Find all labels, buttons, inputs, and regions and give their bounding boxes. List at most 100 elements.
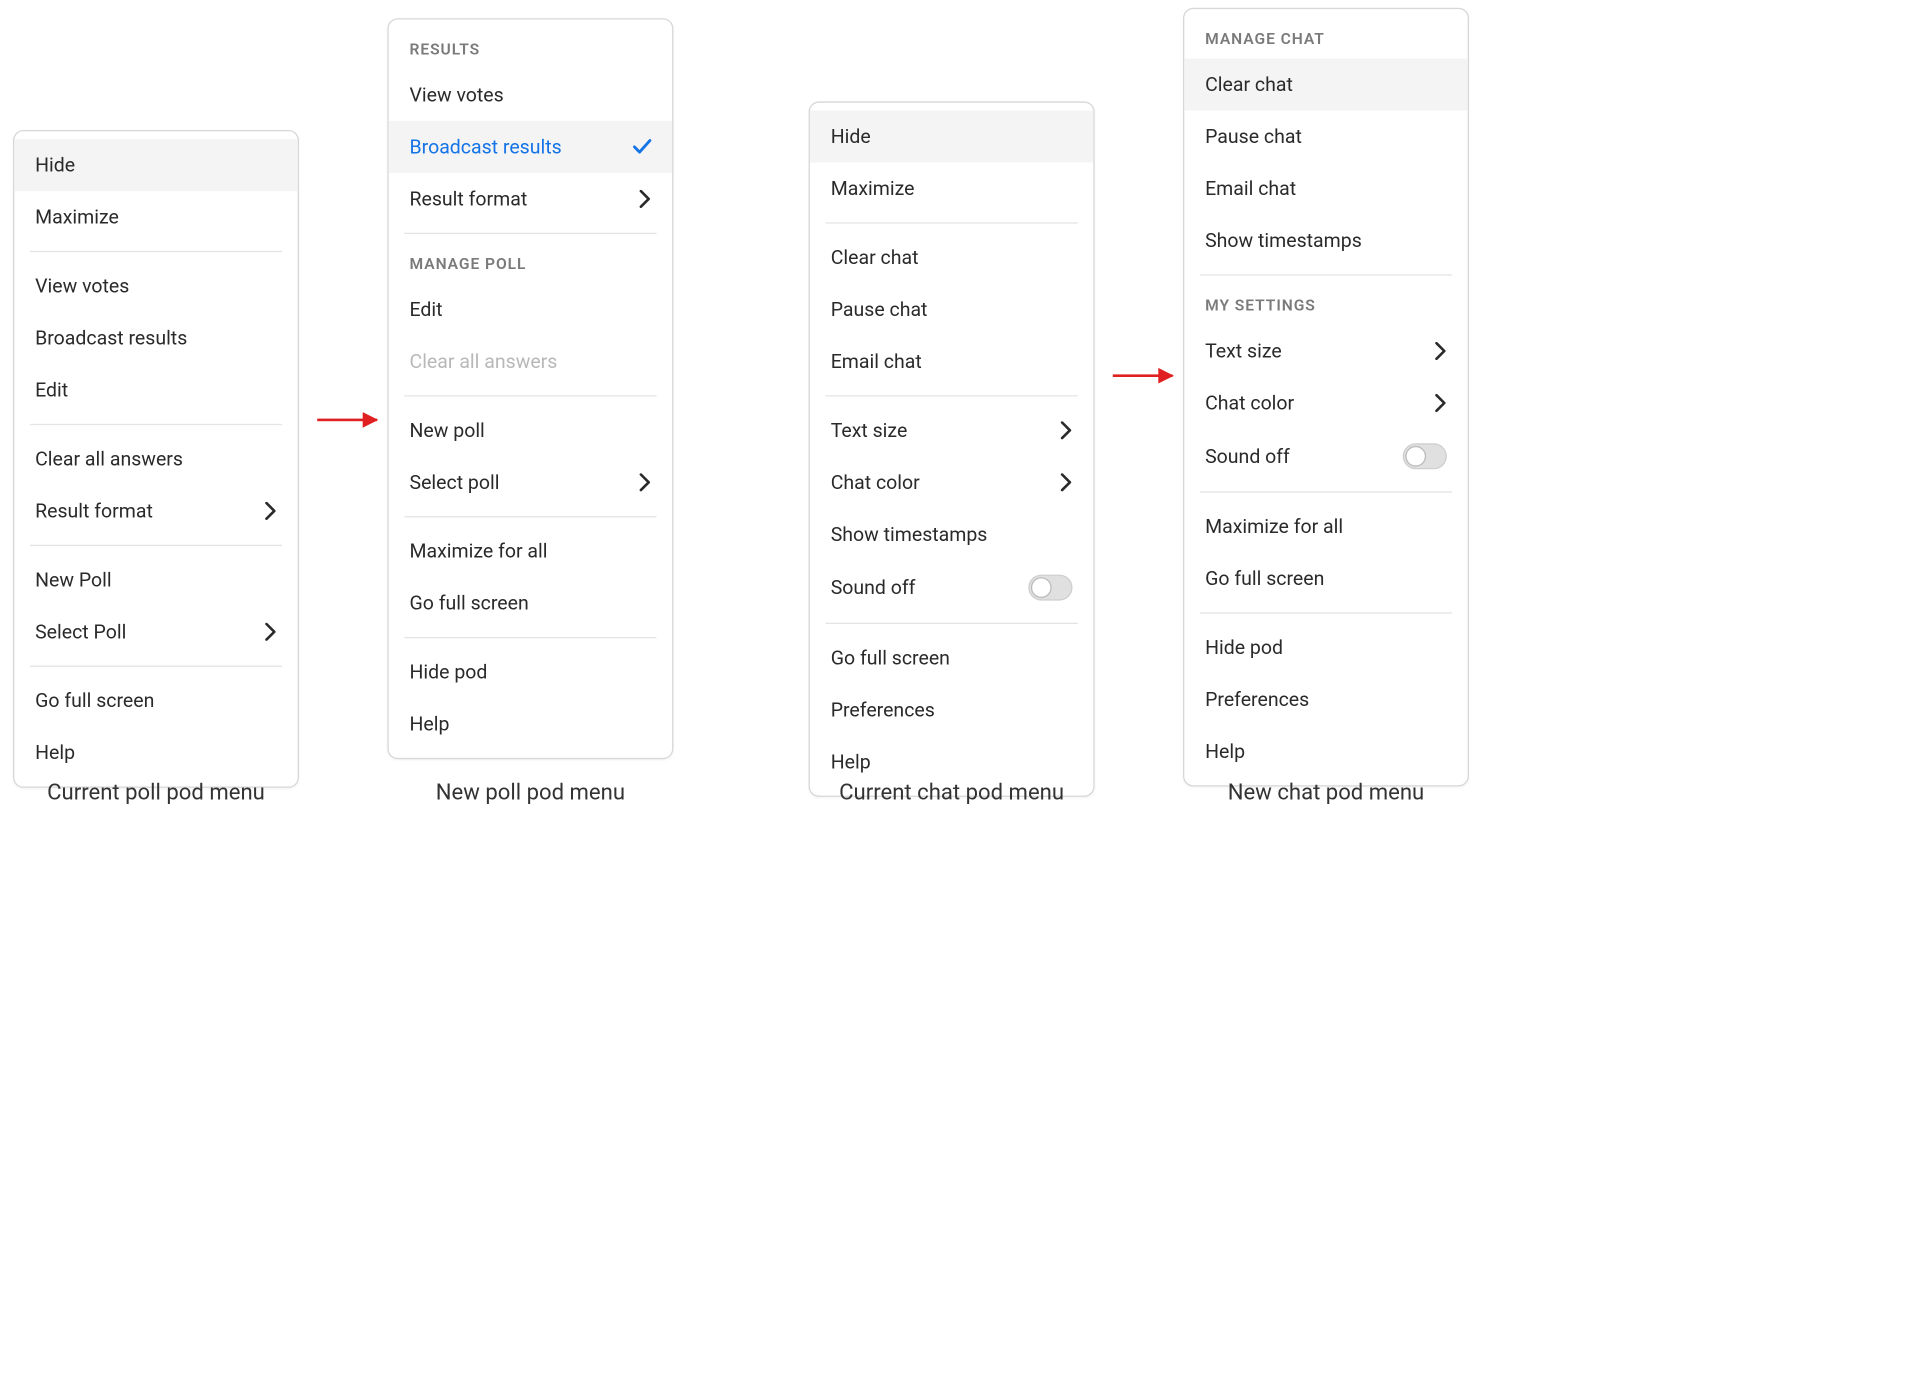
divider bbox=[826, 623, 1078, 624]
menu-item-sound-off[interactable]: Sound off bbox=[1184, 429, 1467, 484]
menu-item-broadcast-results[interactable]: Broadcast results bbox=[389, 121, 672, 173]
menu-item-text-size[interactable]: Text size bbox=[1184, 325, 1467, 377]
caption-new-chat: New chat pod menu bbox=[1183, 780, 1469, 806]
new-poll-pod-menu: RESULTSView votes Broadcast results Result… bbox=[387, 18, 673, 759]
menu-item-label: Chat color bbox=[831, 471, 1060, 494]
menu-item-text-size[interactable]: Text size bbox=[810, 404, 1093, 456]
menu-item-select-poll[interactable]: Select poll bbox=[389, 456, 672, 508]
menu-item-go-full-screen[interactable]: Go full screen bbox=[389, 577, 672, 629]
menu-item-broadcast-results[interactable]: Broadcast results bbox=[14, 312, 297, 364]
menu-item-label: Hide pod bbox=[410, 660, 652, 683]
divider bbox=[30, 424, 282, 425]
menu-item-clear-chat[interactable]: Clear chat bbox=[1184, 58, 1467, 110]
divider bbox=[826, 395, 1078, 396]
menu-item-label: Help bbox=[831, 750, 1073, 773]
menu-item-label: Select poll bbox=[410, 471, 639, 494]
menu-item-help[interactable]: Help bbox=[14, 727, 297, 779]
chevron-right-icon bbox=[1434, 342, 1447, 360]
menu-item-label: Help bbox=[1205, 740, 1447, 763]
divider bbox=[404, 395, 656, 396]
menu-item-label: Maximize for all bbox=[410, 540, 652, 563]
menu-item-new-poll[interactable]: New Poll bbox=[14, 554, 297, 606]
menu-item-clear-chat[interactable]: Clear chat bbox=[810, 231, 1093, 283]
menu-item-maximize-for-all[interactable]: Maximize for all bbox=[389, 525, 672, 577]
menu-item-label: New poll bbox=[410, 419, 652, 442]
menu-item-hide[interactable]: Hide bbox=[810, 110, 1093, 162]
chevron-right-icon bbox=[264, 623, 277, 641]
menu-item-new-poll[interactable]: New poll bbox=[389, 404, 672, 456]
menu-item-label: Broadcast results bbox=[35, 326, 277, 349]
menu-item-label: Help bbox=[35, 741, 277, 764]
divider bbox=[30, 251, 282, 252]
menu-item-preferences[interactable]: Preferences bbox=[810, 684, 1093, 736]
menu-item-label: Chat color bbox=[1205, 391, 1434, 414]
menu-item-view-votes[interactable]: View votes bbox=[389, 69, 672, 121]
menu-item-maximize-for-all[interactable]: Maximize for all bbox=[1184, 500, 1467, 552]
current-poll-pod-menu: Hide Maximize View votes Broadcast results E… bbox=[13, 130, 299, 788]
menu-item-label: Show timestamps bbox=[831, 523, 1073, 546]
menu-item-hide[interactable]: Hide bbox=[14, 139, 297, 191]
menu-item-label: Text size bbox=[1205, 339, 1434, 362]
divider bbox=[404, 516, 656, 517]
menu-item-sound-off[interactable]: Sound off bbox=[810, 560, 1093, 615]
section-header: MANAGE CHAT bbox=[1184, 17, 1467, 59]
menu-item-clear-all-answers[interactable]: Clear all answers bbox=[14, 433, 297, 485]
menu-item-chat-color[interactable]: Chat color bbox=[810, 456, 1093, 508]
menu-item-go-full-screen[interactable]: Go full screen bbox=[1184, 553, 1467, 605]
menu-item-edit[interactable]: Edit bbox=[14, 364, 297, 416]
chevron-right-icon bbox=[1434, 394, 1447, 412]
menu-item-hide-pod[interactable]: Hide pod bbox=[389, 646, 672, 698]
menu-item-maximize[interactable]: Maximize bbox=[810, 163, 1093, 215]
menu-item-label: Preferences bbox=[831, 698, 1073, 721]
chevron-right-icon bbox=[1060, 421, 1073, 439]
menu-item-show-timestamps[interactable]: Show timestamps bbox=[810, 508, 1093, 560]
menu-item-label: Hide pod bbox=[1205, 636, 1447, 659]
check-icon bbox=[633, 139, 651, 155]
menu-item-result-format[interactable]: Result format bbox=[389, 173, 672, 225]
menu-item-label: Sound off bbox=[831, 576, 1029, 599]
menu-item-edit[interactable]: Edit bbox=[389, 283, 672, 335]
menu-item-hide-pod[interactable]: Hide pod bbox=[1184, 621, 1467, 673]
arrow-icon bbox=[317, 419, 377, 422]
menu-item-label: Email chat bbox=[1205, 177, 1447, 200]
menu-item-label: Hide bbox=[831, 125, 1073, 148]
menu-item-select-poll[interactable]: Select Poll bbox=[14, 606, 297, 658]
menu-item-label: Result format bbox=[35, 499, 264, 522]
caption-current-chat: Current chat pod menu bbox=[796, 780, 1108, 806]
menu-item-pause-chat[interactable]: Pause chat bbox=[1184, 110, 1467, 162]
menu-item-go-full-screen[interactable]: Go full screen bbox=[810, 632, 1093, 684]
toggle-switch[interactable] bbox=[1028, 575, 1072, 601]
toggle-switch[interactable] bbox=[1403, 443, 1447, 469]
menu-item-chat-color[interactable]: Chat color bbox=[1184, 377, 1467, 429]
divider bbox=[404, 233, 656, 234]
menu-item-help[interactable]: Help bbox=[389, 698, 672, 750]
menu-item-preferences[interactable]: Preferences bbox=[1184, 673, 1467, 725]
menu-item-help[interactable]: Help bbox=[1184, 725, 1467, 777]
menu-item-label: Preferences bbox=[1205, 688, 1447, 711]
caption-current-poll: Current poll pod menu bbox=[13, 780, 299, 806]
menu-item-email-chat[interactable]: Email chat bbox=[810, 335, 1093, 387]
menu-item-result-format[interactable]: Result format bbox=[14, 485, 297, 537]
menu-item-go-full-screen[interactable]: Go full screen bbox=[14, 675, 297, 727]
menu-item-label: Go full screen bbox=[410, 592, 652, 615]
menu-item-label: Broadcast results bbox=[410, 135, 634, 158]
menu-item-label: Email chat bbox=[831, 350, 1073, 373]
menu-item-label: Clear chat bbox=[831, 246, 1073, 269]
menu-item-label: Clear all answers bbox=[410, 350, 652, 373]
chevron-right-icon bbox=[638, 473, 651, 491]
menu-item-label: Edit bbox=[410, 298, 652, 321]
menu-item-pause-chat[interactable]: Pause chat bbox=[810, 283, 1093, 335]
menu-item-email-chat[interactable]: Email chat bbox=[1184, 163, 1467, 215]
arrow-icon bbox=[1113, 374, 1173, 377]
menu-item-label: Help bbox=[410, 712, 652, 735]
divider bbox=[30, 666, 282, 667]
menu-item-label: Maximize bbox=[35, 205, 277, 228]
menu-item-label: Show timestamps bbox=[1205, 229, 1447, 252]
menu-item-maximize[interactable]: Maximize bbox=[14, 191, 297, 243]
section-header: RESULTS bbox=[389, 27, 672, 69]
menu-item-label: Go full screen bbox=[35, 689, 277, 712]
menu-item-show-timestamps[interactable]: Show timestamps bbox=[1184, 214, 1467, 266]
section-header: MANAGE POLL bbox=[389, 242, 672, 284]
menu-item-label: Maximize bbox=[831, 177, 1073, 200]
menu-item-view-votes[interactable]: View votes bbox=[14, 260, 297, 312]
